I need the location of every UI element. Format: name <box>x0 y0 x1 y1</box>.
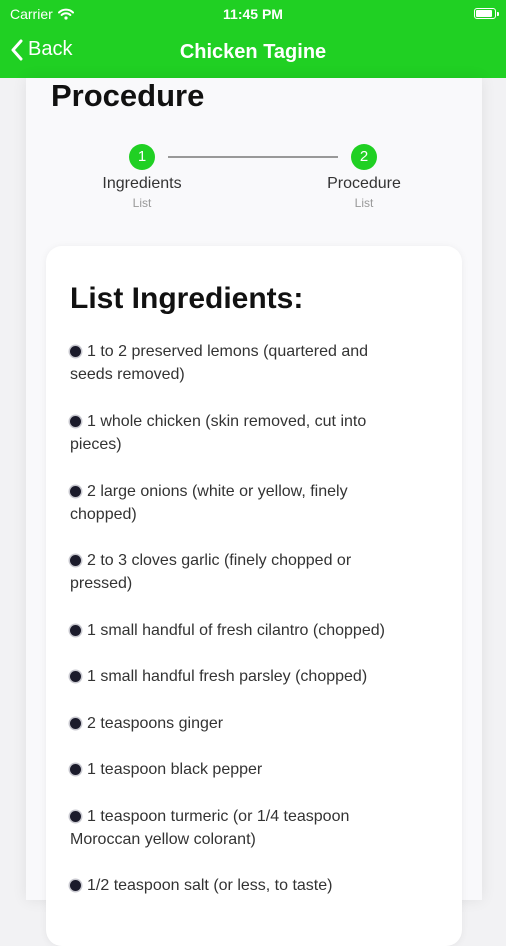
ingredient-item: 1 whole chicken (skin removed, cut into … <box>70 410 410 456</box>
ingredient-item: 2 large onions (white or yellow, finely … <box>70 480 410 526</box>
ingredient-text: 1/2 teaspoon salt (or less, to taste) <box>87 877 333 894</box>
page-heading: Procedure <box>51 78 205 113</box>
ingredient-text: 2 large onions (white or yellow, finely … <box>70 483 348 523</box>
step-number: 1 <box>129 144 155 170</box>
bullet-icon <box>70 718 81 729</box>
battery-icon <box>474 8 499 19</box>
ingredient-item: 1 teaspoon black pepper <box>70 758 410 781</box>
step-title: Procedure <box>327 175 401 192</box>
ingredient-item: 2 to 3 cloves garlic (finely chopped or … <box>70 549 410 595</box>
step-subtitle: List <box>354 196 374 210</box>
ingredient-item: 1/2 teaspoon salt (or less, to taste) <box>70 874 410 897</box>
ingredient-text: 1 teaspoon turmeric (or 1/4 teaspoon Mor… <box>70 808 350 848</box>
step-title: Ingredients <box>102 175 182 192</box>
stepper: 1 Ingredients List 2 Procedure List <box>26 144 482 214</box>
ingredient-text: 2 to 3 cloves garlic (finely chopped or … <box>70 552 352 592</box>
ingredient-text: 2 teaspoons ginger <box>87 715 224 732</box>
ingredient-item: 1 small handful fresh parsley (chopped) <box>70 665 410 688</box>
ingredient-text: 1 whole chicken (skin removed, cut into … <box>70 413 367 453</box>
bullet-icon <box>70 416 81 427</box>
ingredients-card: List Ingredients: 1 to 2 preserved lemon… <box>46 246 462 946</box>
ingredient-text: 1 small handful fresh parsley (chopped) <box>87 668 368 685</box>
ingredient-item: 2 teaspoons ginger <box>70 712 410 735</box>
bullet-icon <box>70 555 81 566</box>
bullet-icon <box>70 486 81 497</box>
content-panel[interactable]: Procedure 1 Ingredients List 2 Procedure… <box>26 78 482 946</box>
step-procedure[interactable]: 2 Procedure List <box>304 144 424 210</box>
bullet-icon <box>70 625 81 636</box>
back-label: Back <box>28 38 73 60</box>
nav-bar: Back Chicken Tagine <box>0 28 506 78</box>
status-time: 11:45 PM <box>223 6 283 22</box>
nav-title: Chicken Tagine <box>179 41 327 63</box>
bullet-icon <box>70 811 81 822</box>
bullet-icon <box>70 671 81 682</box>
status-bar: Carrier 11:45 PM <box>0 0 506 28</box>
ingredient-text: 1 to 2 preserved lemons (quartered and s… <box>70 343 369 383</box>
back-button[interactable]: Back <box>10 38 72 61</box>
chevron-left-icon <box>11 39 23 60</box>
ingredient-item: 1 to 2 preserved lemons (quartered and s… <box>70 340 410 386</box>
bullet-icon <box>70 880 81 891</box>
ingredient-item: 1 teaspoon turmeric (or 1/4 teaspoon Mor… <box>70 805 410 851</box>
step-number: 2 <box>351 144 377 170</box>
bullet-icon <box>70 764 81 775</box>
bullet-icon <box>70 346 81 357</box>
ingredient-text: 1 teaspoon black pepper <box>87 761 263 778</box>
ingredient-item: 1 small handful of fresh cilantro (chopp… <box>70 619 410 642</box>
step-ingredients[interactable]: 1 Ingredients List <box>82 144 202 210</box>
step-subtitle: List <box>132 196 152 210</box>
card-title: List Ingredients: <box>70 282 304 315</box>
battery-fill <box>476 10 493 17</box>
ingredient-text: 1 small handful of fresh cilantro (chopp… <box>87 622 385 639</box>
